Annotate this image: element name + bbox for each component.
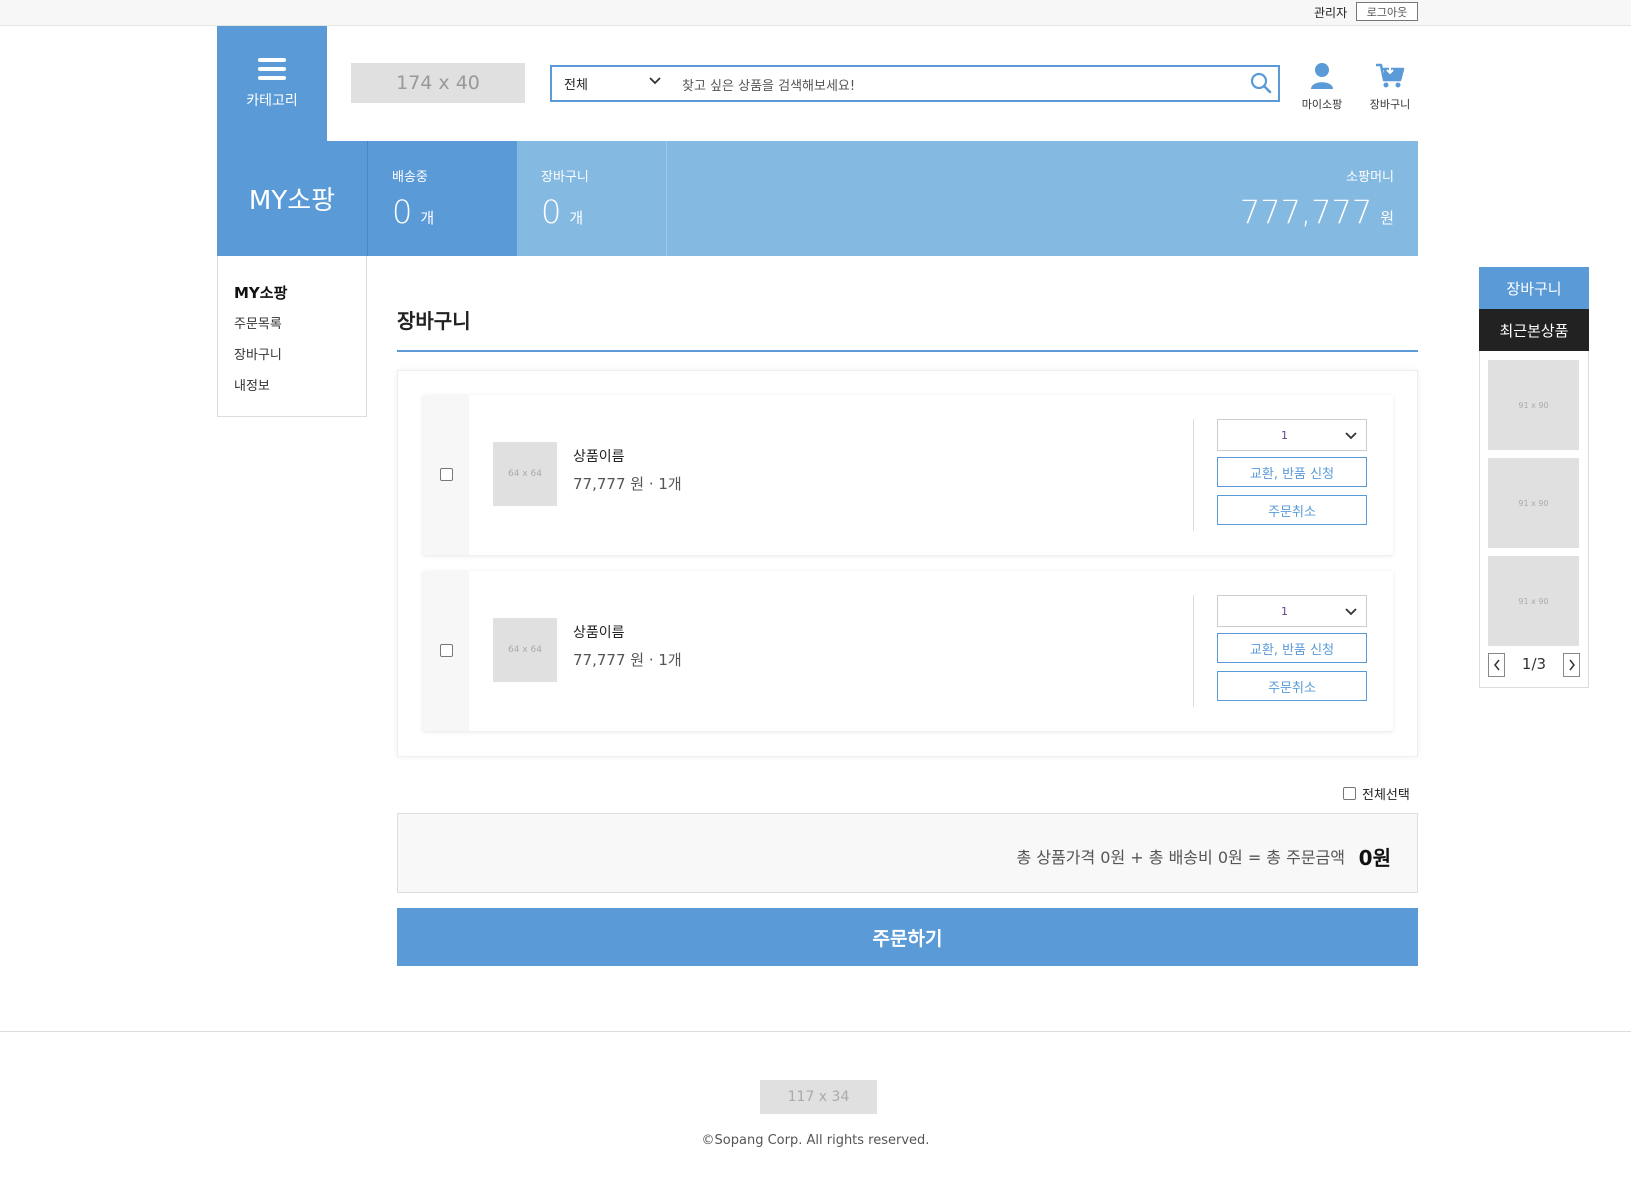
recent-products-tab[interactable]: 최근본상품	[1479, 309, 1589, 351]
product-thumbnail[interactable]: 64 x 64	[493, 442, 557, 506]
recent-product-thumb[interactable]: 91 x 90	[1488, 360, 1579, 450]
divider	[1193, 419, 1194, 531]
admin-label: 관리자	[1314, 6, 1348, 20]
recent-product-thumb[interactable]: 91 x 90	[1488, 556, 1579, 646]
cart-summary-count: 0개	[541, 193, 584, 231]
footer-divider	[0, 1031, 1631, 1032]
search-bar: 전체 찾고 싶은 상품을 검색해보세요!	[550, 65, 1280, 102]
shipping-summary[interactable]: 배송중 0개	[367, 141, 517, 256]
cart-item-list: 64 x 64 상품이름 77,777 원 · 1개 1 교환, 반품 신청 주…	[397, 370, 1418, 757]
search-input[interactable]: 찾고 싶은 상품을 검색해보세요!	[682, 75, 855, 94]
header-cart-label: 장바구니	[1369, 98, 1411, 111]
cancel-order-button[interactable]: 주문취소	[1217, 671, 1367, 701]
search-icon[interactable]	[1250, 72, 1272, 98]
shipping-count: 0개	[392, 193, 435, 231]
mypage-label: 마이소팡	[1301, 98, 1343, 111]
money-value: 777,777 원	[1239, 193, 1394, 231]
item-checkbox[interactable]	[440, 644, 453, 657]
hamburger-icon	[258, 57, 286, 80]
sidebar-item-myinfo[interactable]: 내정보	[234, 375, 366, 394]
divider	[1193, 595, 1194, 707]
quantity-select[interactable]: 1	[1217, 595, 1367, 627]
title-divider	[397, 350, 1418, 352]
logo-placeholder[interactable]: 174 x 40	[351, 63, 525, 103]
cancel-order-button[interactable]: 주문취소	[1217, 495, 1367, 525]
logout-button[interactable]: 로그아웃	[1356, 2, 1418, 21]
product-price: 77,777 원 · 1개	[573, 475, 682, 493]
cart-summary[interactable]: 장바구니 0개	[517, 141, 667, 256]
header-cart-link[interactable]: 장바구니	[1360, 60, 1420, 112]
money-label: 소팡머니	[1346, 170, 1394, 185]
copyright: ©Sopang Corp. All rights reserved.	[701, 1133, 930, 1148]
next-page-button[interactable]	[1563, 653, 1580, 677]
product-thumbnail[interactable]: 64 x 64	[493, 618, 557, 682]
total-breakdown: 총 상품가격 0원 + 총 배송비 0원 = 총 주문금액	[1016, 848, 1345, 867]
total-amount: 0원	[1358, 846, 1391, 870]
quantity-value: 1	[1281, 605, 1288, 618]
category-menu-button[interactable]: 카테고리	[217, 26, 327, 141]
cart-item: 64 x 64 상품이름 77,777 원 · 1개 1 교환, 반품 신청 주…	[423, 571, 1393, 731]
cart-item: 64 x 64 상품이름 77,777 원 · 1개 1 교환, 반품 신청 주…	[423, 395, 1393, 555]
product-price: 77,777 원 · 1개	[573, 651, 682, 669]
exchange-return-button[interactable]: 교환, 반품 신청	[1217, 457, 1367, 487]
exchange-return-button[interactable]: 교환, 반품 신청	[1217, 633, 1367, 663]
select-all-label: 전체선택	[1362, 788, 1410, 803]
chevron-down-icon[interactable]	[648, 73, 662, 92]
chevron-right-icon	[1568, 659, 1575, 671]
select-all[interactable]: 전체선택	[1343, 784, 1410, 803]
order-total-box: 총 상품가격 0원 + 총 배송비 0원 = 총 주문금액 0원	[397, 813, 1418, 893]
top-utility-bar: 관리자 로그아웃	[0, 0, 1631, 26]
sidebar-nav: MY소팡 주문목록 장바구니 내정보	[217, 256, 367, 417]
cart-summary-label: 장바구니	[541, 170, 589, 185]
recent-product-thumb[interactable]: 91 x 90	[1488, 458, 1579, 548]
cart-icon	[1375, 60, 1405, 92]
quantity-select[interactable]: 1	[1217, 419, 1367, 451]
mypage-link[interactable]: 마이소팡	[1292, 60, 1352, 112]
select-all-checkbox[interactable]	[1343, 787, 1356, 800]
user-icon	[1310, 60, 1334, 92]
product-name[interactable]: 상품이름	[573, 622, 625, 642]
item-checkbox[interactable]	[440, 468, 453, 481]
shipping-label: 배송중	[392, 170, 428, 185]
chevron-down-icon	[1344, 604, 1358, 623]
my-sopang-banner-title: MY소팡	[217, 141, 367, 256]
sidebar-title: MY소팡	[234, 284, 288, 302]
floating-panel: 장바구니 최근본상품 91 x 90 91 x 90 91 x 90 1/3	[1479, 267, 1589, 688]
sidebar-item-orders[interactable]: 주문목록	[234, 313, 366, 332]
order-button[interactable]: 주문하기	[397, 908, 1418, 966]
category-label: 카테고리	[246, 92, 298, 109]
footer-logo-placeholder: 117 x 34	[760, 1080, 877, 1114]
page-title: 장바구니	[397, 309, 471, 333]
quantity-value: 1	[1281, 429, 1288, 442]
chevron-down-icon	[1344, 428, 1358, 447]
product-name[interactable]: 상품이름	[573, 446, 625, 466]
search-category-select[interactable]: 전체	[564, 74, 588, 93]
recent-pagination: 1/3	[1480, 653, 1588, 677]
money-summary: 소팡머니 777,777 원	[667, 141, 1418, 256]
sidebar-item-cart[interactable]: 장바구니	[234, 344, 366, 363]
floating-cart-tab[interactable]: 장바구니	[1479, 267, 1589, 309]
